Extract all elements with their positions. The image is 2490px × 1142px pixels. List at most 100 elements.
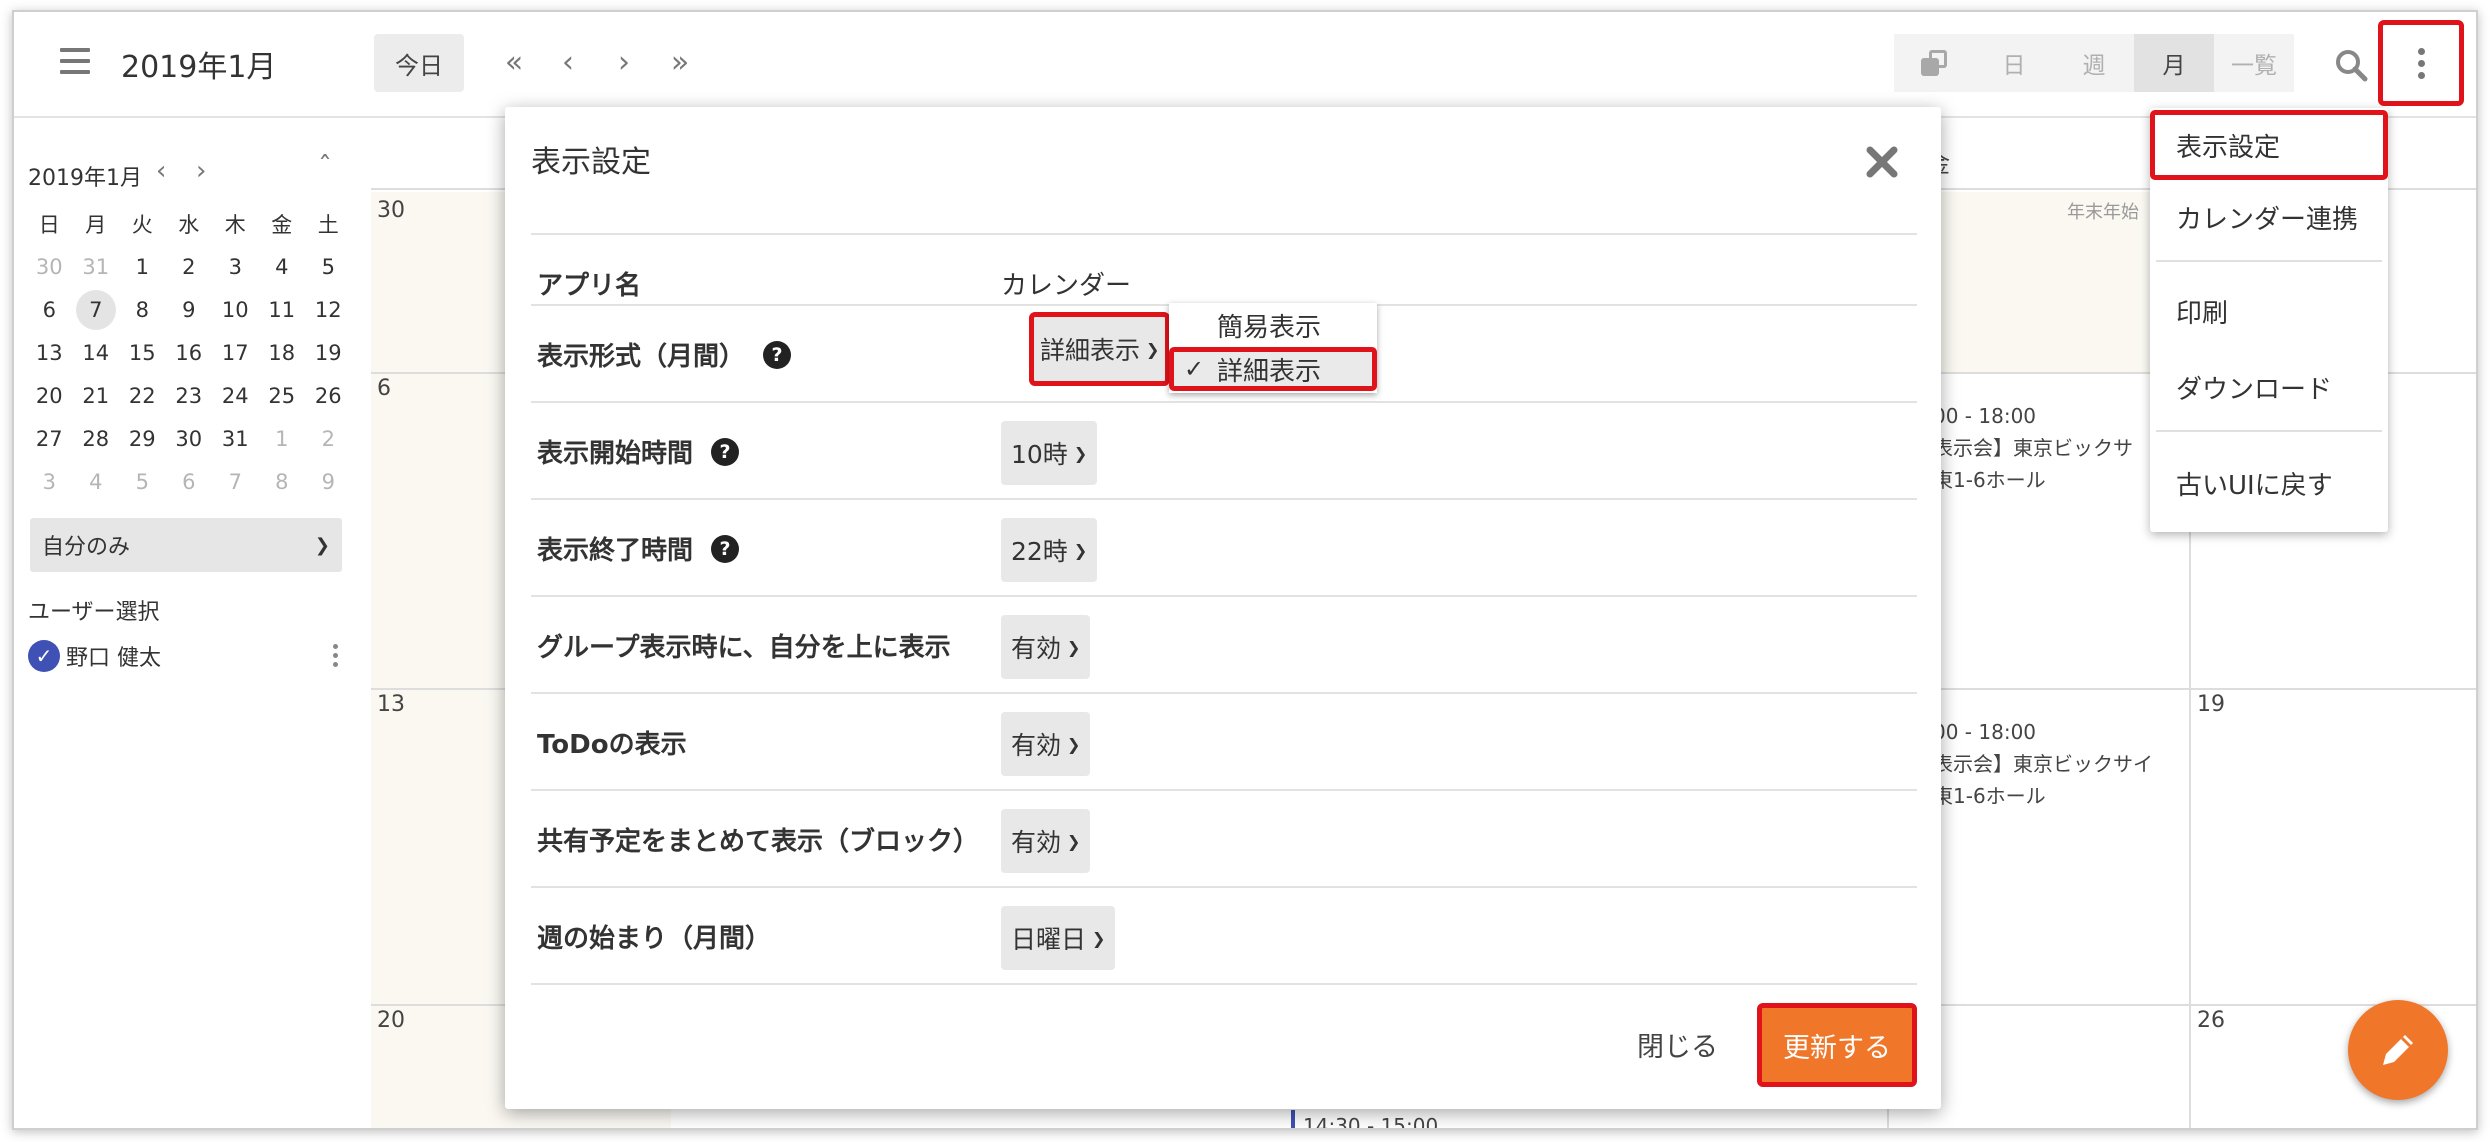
view-week-button[interactable]: 週 [2054, 34, 2134, 92]
next-month-icon[interactable]: » [658, 40, 702, 84]
mini-calendar-day[interactable]: 6 [26, 288, 73, 331]
mini-calendar-day[interactable]: 29 [119, 417, 166, 460]
mini-calendar-day[interactable]: 12 [305, 288, 352, 331]
mini-calendar-day[interactable]: 20 [26, 374, 73, 417]
mini-calendar-day[interactable]: 14 [73, 331, 120, 374]
mini-calendar-day[interactable]: 31 [212, 417, 259, 460]
day-number[interactable]: 20 [377, 1008, 405, 1033]
event-time: 00 - 18:00 [1933, 404, 2037, 428]
close-button[interactable]: 閉じる [1637, 1025, 1718, 1064]
calendar-event[interactable]: 00 - 18:00 表示会】東京ビックサ 東1-6ホール [1933, 400, 2133, 496]
check-icon[interactable]: ✓ [28, 640, 60, 672]
mini-calendar-day[interactable]: 9 [166, 288, 213, 331]
menu-icon[interactable] [60, 48, 90, 74]
mini-calendar-day[interactable]: 18 [259, 331, 306, 374]
help-icon[interactable]: ? [711, 437, 740, 466]
setting-label-text: 表示終了時間 [537, 536, 694, 566]
setting-label: 表示終了時間 ? [537, 500, 740, 597]
mini-calendar-day[interactable]: 3 [26, 460, 73, 503]
prev-month-icon[interactable]: « [492, 40, 536, 84]
menu-divider [2156, 430, 2382, 432]
mini-calendar-day[interactable]: 31 [73, 245, 120, 288]
copy-view-button[interactable] [1894, 34, 1974, 92]
app-window: 2019年1月 今日 « ‹ › » 日 週 月 一覧 2019年1月 ‹ › … [12, 10, 2478, 1130]
day-number[interactable]: 30 [377, 198, 405, 223]
close-icon[interactable] [1865, 145, 1899, 179]
help-icon[interactable]: ? [763, 340, 792, 369]
mini-calendar-day[interactable]: 26 [305, 374, 352, 417]
start-time-select[interactable]: 10時 ❯ [1001, 421, 1098, 485]
mini-calendar-day[interactable]: 9 [305, 460, 352, 503]
day-number[interactable]: 13 [377, 692, 405, 717]
mini-calendar-day[interactable]: 28 [73, 417, 120, 460]
next-icon[interactable]: › [602, 40, 646, 84]
mini-calendar-day[interactable]: 11 [259, 288, 306, 331]
display-format-options: 簡易表示 ✓ 詳細表示 [1169, 303, 1377, 393]
mini-calendar-day[interactable]: 15 [119, 331, 166, 374]
option-simple[interactable]: 簡易表示 [1169, 305, 1377, 345]
mini-calendar-day[interactable]: 30 [166, 417, 213, 460]
mini-calendar-day[interactable]: 23 [166, 374, 213, 417]
user-item[interactable]: ✓ 野口 健太 [28, 636, 348, 676]
day-number[interactable]: 19 [2197, 692, 2225, 717]
shared-block-select[interactable]: 有効 ❯ [1001, 809, 1091, 873]
mini-calendar-day[interactable]: 5 [305, 245, 352, 288]
mini-calendar-day[interactable]: 21 [73, 374, 120, 417]
new-event-button[interactable] [2348, 1000, 2448, 1100]
mini-next-icon[interactable]: › [196, 156, 206, 186]
menu-item-print[interactable]: 印刷 [2150, 276, 2388, 346]
menu-item-display-settings[interactable]: 表示設定 [2150, 110, 2388, 180]
mini-calendar-day[interactable]: 25 [259, 374, 306, 417]
option-detailed[interactable]: ✓ 詳細表示 [1169, 347, 1377, 391]
prev-icon[interactable]: ‹ [546, 40, 590, 84]
menu-item-download[interactable]: ダウンロード [2150, 352, 2388, 422]
mini-prev-icon[interactable]: ‹ [156, 156, 166, 186]
help-icon[interactable]: ? [711, 534, 740, 563]
menu-item-old-ui[interactable]: 古いUIに戻す [2150, 448, 2388, 518]
top-bar: 2019年1月 今日 « ‹ › » 日 週 月 一覧 [14, 12, 2476, 118]
collapse-icon[interactable]: ˆ [318, 150, 332, 183]
calendar-event[interactable]: 14:30 - 15:00 [1291, 1110, 1438, 1128]
update-button[interactable]: 更新する [1757, 1003, 1917, 1087]
more-options-button[interactable] [2378, 20, 2464, 106]
today-button[interactable]: 今日 [374, 34, 464, 92]
view-day-button[interactable]: 日 [1974, 34, 2054, 92]
display-format-select[interactable]: 詳細表示 ❯ [1029, 312, 1171, 386]
view-list-button[interactable]: 一覧 [2214, 34, 2294, 92]
mini-calendar-day[interactable]: 2 [305, 417, 352, 460]
calendar-event[interactable]: 00 - 18:00 表示会】東京ビックサイ 東1-6ホール [1933, 716, 2153, 812]
mini-calendar-day[interactable]: 6 [166, 460, 213, 503]
mini-calendar-day[interactable]: 5 [119, 460, 166, 503]
day-number[interactable]: 6 [377, 376, 391, 401]
mini-calendar-day[interactable]: 17 [212, 331, 259, 374]
todo-select[interactable]: 有効 ❯ [1001, 712, 1091, 776]
search-icon[interactable] [2334, 48, 2368, 82]
event-title: 表示会】東京ビックサ [1933, 436, 2133, 460]
mini-calendar-day[interactable]: 4 [259, 245, 306, 288]
menu-item-calendar-sync[interactable]: カレンダー連携 [2150, 182, 2388, 252]
mini-calendar-day[interactable]: 10 [212, 288, 259, 331]
mini-calendar-day[interactable]: 19 [305, 331, 352, 374]
mini-calendar-day[interactable]: 30 [26, 245, 73, 288]
user-options-icon[interactable] [333, 644, 338, 667]
mini-calendar-day[interactable]: 3 [212, 245, 259, 288]
scope-select[interactable]: 自分のみ ❯ [30, 518, 342, 572]
mini-calendar-day[interactable]: 4 [73, 460, 120, 503]
mini-calendar-day[interactable]: 1 [259, 417, 306, 460]
mini-calendar-day[interactable]: 8 [119, 288, 166, 331]
mini-calendar-day[interactable]: 27 [26, 417, 73, 460]
mini-calendar-day[interactable]: 1 [119, 245, 166, 288]
mini-calendar-day[interactable]: 7 [75, 289, 116, 330]
group-self-top-select[interactable]: 有効 ❯ [1001, 615, 1091, 679]
mini-calendar-day[interactable]: 8 [259, 460, 306, 503]
week-start-select[interactable]: 日曜日 ❯ [1001, 906, 1116, 970]
view-month-button[interactable]: 月 [2134, 34, 2214, 92]
mini-calendar-day[interactable]: 2 [166, 245, 213, 288]
day-number[interactable]: 26 [2197, 1008, 2225, 1033]
mini-calendar-day[interactable]: 16 [166, 331, 213, 374]
mini-calendar-day[interactable]: 13 [26, 331, 73, 374]
end-time-select[interactable]: 22時 ❯ [1001, 518, 1098, 582]
mini-calendar-day[interactable]: 7 [212, 460, 259, 503]
mini-calendar-day[interactable]: 22 [119, 374, 166, 417]
mini-calendar-day[interactable]: 24 [212, 374, 259, 417]
